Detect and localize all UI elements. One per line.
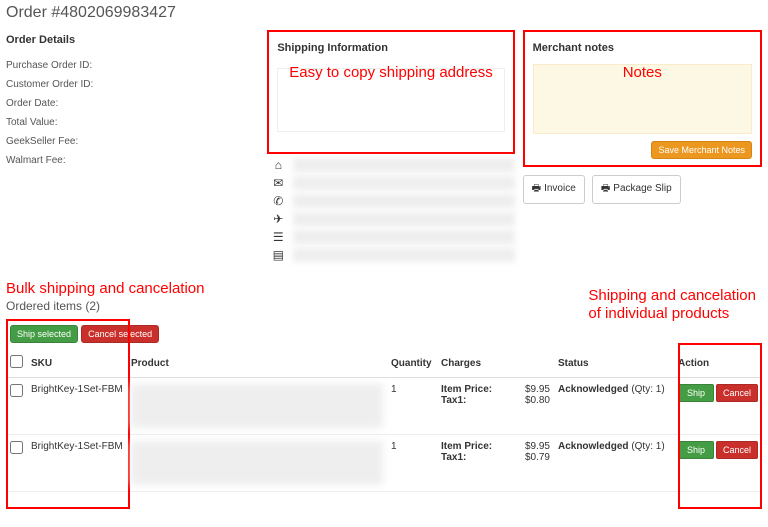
col-product: Product xyxy=(127,349,387,378)
cancel-button[interactable]: Cancel xyxy=(716,384,758,402)
annotation-individual: Shipping and cancelationof individual pr… xyxy=(588,287,756,323)
phone-icon: ✆ xyxy=(267,194,289,208)
table-row: BrightKey-1Set-FBM 1 Item Price: Tax1: $… xyxy=(6,378,762,435)
cell-charge-values: $9.95 $0.79 xyxy=(512,435,554,492)
detail-label: Customer Order ID: xyxy=(6,75,101,94)
detail-label: Walmart Fee: xyxy=(6,151,101,170)
print-icon: 🖶 xyxy=(532,183,541,194)
col-charges: Charges xyxy=(437,349,554,378)
col-sku: SKU xyxy=(27,349,127,378)
cell-sku: BrightKey-1Set-FBM xyxy=(27,378,127,435)
annotation-notes: Notes xyxy=(525,64,760,81)
notes-heading: Merchant notes xyxy=(533,38,752,64)
ordered-items-table: SKU Product Quantity Charges Status Acti… xyxy=(6,349,762,492)
cell-sku: BrightKey-1Set-FBM xyxy=(27,435,127,492)
detail-label: Order Date: xyxy=(6,94,101,113)
list-icon: ☰ xyxy=(267,230,289,244)
select-all-checkbox[interactable] xyxy=(10,355,23,368)
home-icon: ⌂ xyxy=(267,158,289,172)
redacted xyxy=(293,194,514,208)
calendar-icon: ▤ xyxy=(267,248,289,262)
cell-qty: 1 xyxy=(387,378,437,435)
cell-charge-labels: Item Price: Tax1: xyxy=(437,435,512,492)
shipping-heading: Shipping Information xyxy=(277,38,504,64)
table-row: BrightKey-1Set-FBM 1 Item Price: Tax1: $… xyxy=(6,435,762,492)
cell-product xyxy=(127,435,387,492)
col-action: Action xyxy=(674,349,762,378)
cell-status: Acknowledged (Qty: 1) xyxy=(554,435,674,492)
detail-label: Purchase Order ID: xyxy=(6,56,101,75)
save-merchant-notes-button[interactable]: Save Merchant Notes xyxy=(651,141,752,159)
row-checkbox[interactable] xyxy=(10,441,23,454)
cell-product xyxy=(127,378,387,435)
slip-label: Package Slip xyxy=(613,183,671,194)
merchant-notes-panel: Merchant notes Notes Save Merchant Notes xyxy=(523,30,762,167)
invoice-label: Invoice xyxy=(544,183,576,194)
ordered-items-block: Shipping and cancelationof individual pr… xyxy=(6,319,762,492)
detail-label: GeekSeller Fee: xyxy=(6,132,101,151)
col-status: Status xyxy=(554,349,674,378)
plane-icon: ✈ xyxy=(267,212,289,226)
package-slip-button[interactable]: 🖶Package Slip xyxy=(592,175,681,204)
row-checkbox[interactable] xyxy=(10,384,23,397)
print-icon: 🖶 xyxy=(601,183,610,194)
ship-button[interactable]: Ship xyxy=(678,441,714,459)
order-details-panel: Order Details Purchase Order ID: Custome… xyxy=(6,30,259,264)
envelope-icon: ✉ xyxy=(267,176,289,190)
col-quantity: Quantity xyxy=(387,349,437,378)
cancel-button[interactable]: Cancel xyxy=(716,441,758,459)
order-title: Order #4802069983427 xyxy=(6,4,762,22)
cell-qty: 1 xyxy=(387,435,437,492)
ship-button[interactable]: Ship xyxy=(678,384,714,402)
redacted xyxy=(293,176,514,190)
cancel-selected-button[interactable]: Cancel selected xyxy=(81,325,159,343)
ship-selected-button[interactable]: Ship selected xyxy=(10,325,78,343)
redacted xyxy=(293,230,514,244)
redacted xyxy=(293,158,514,172)
invoice-button[interactable]: 🖶Invoice xyxy=(523,175,585,204)
annotation-shipping: Easy to copy shipping address xyxy=(281,64,500,81)
cell-charge-labels: Item Price: Tax1: xyxy=(437,378,512,435)
order-details-heading: Order Details xyxy=(6,30,259,56)
shipping-info-panel: Shipping Information Easy to copy shippi… xyxy=(267,30,514,154)
detail-label: Total Value: xyxy=(6,113,101,132)
cell-charge-values: $9.95 $0.80 xyxy=(512,378,554,435)
cell-status: Acknowledged (Qty: 1) xyxy=(554,378,674,435)
redacted xyxy=(293,248,514,262)
redacted xyxy=(293,212,514,226)
